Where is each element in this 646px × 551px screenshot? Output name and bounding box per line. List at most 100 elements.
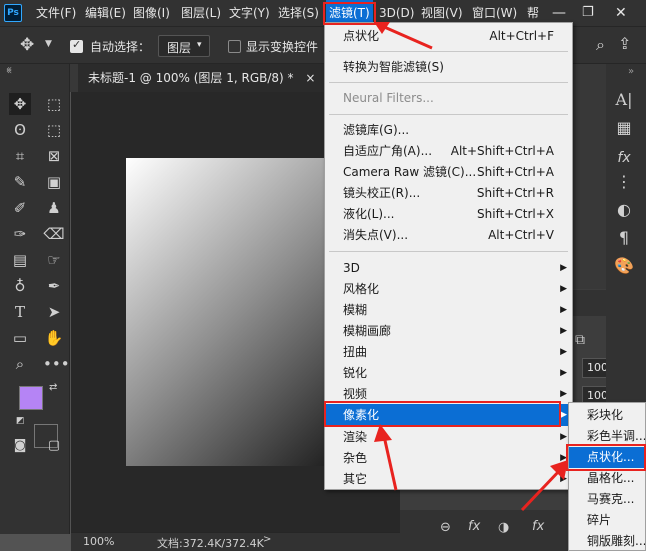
zoom-level[interactable]: 100% bbox=[83, 535, 114, 548]
path-select-icon[interactable]: ➤ bbox=[43, 301, 65, 323]
gradient-panel-icon[interactable]: ▦ bbox=[612, 116, 636, 140]
close-window-icon[interactable]: ✕ bbox=[615, 0, 627, 26]
submenu-arrow-icon: ▶ bbox=[560, 410, 567, 420]
tools-panel: « ✥ ⬚ ʘ ⬚ ⌗ ⊠ ✎ ▣ ✐ ♟ ✑ ⌫ ▤ ☞ ♁ ✒ T ➤ ▭ … bbox=[0, 64, 70, 534]
lock-icon[interactable]: ⧉ bbox=[575, 332, 585, 348]
annotation-arrow-icon bbox=[374, 22, 433, 50]
menu-item-last-filter[interactable]: 点状化 Alt+Ctrl+F bbox=[325, 26, 572, 47]
more-tools-icon[interactable]: ••• bbox=[43, 353, 70, 375]
rectangle-tool-icon[interactable]: ▭ bbox=[9, 327, 31, 349]
submenu-arrow-icon: ▶ bbox=[560, 284, 567, 294]
chevron-down-icon[interactable]: ▼ bbox=[45, 39, 52, 49]
submenu-item-fragment[interactable]: 碎片 bbox=[569, 510, 645, 531]
menu-layer[interactable]: 图层(L) bbox=[181, 0, 221, 26]
zoom-tool-icon[interactable]: ⌕ bbox=[9, 353, 31, 375]
lasso-tool-icon[interactable]: ʘ bbox=[9, 119, 31, 141]
type-tool-icon[interactable]: T bbox=[9, 301, 31, 323]
move-tool-icon[interactable]: ✥ bbox=[9, 93, 31, 115]
search-icon[interactable]: ⌕ bbox=[596, 35, 605, 55]
default-colors-icon[interactable]: ◩ bbox=[16, 416, 25, 426]
menu-item-sharpen[interactable]: 锐化 ▶ bbox=[325, 363, 572, 384]
mask-icon[interactable]: ◑ bbox=[498, 520, 509, 535]
layer-dropdown[interactable]: 图层 ▾ bbox=[158, 35, 210, 57]
quick-mask-icon[interactable]: ◙ bbox=[9, 435, 31, 457]
auto-select-label: 自动选择： bbox=[90, 40, 151, 54]
shapes-icon[interactable]: ◐ bbox=[612, 198, 636, 222]
stamp-tool-icon[interactable]: ♟ bbox=[43, 197, 65, 219]
object-select-icon[interactable]: ⬚ bbox=[43, 119, 65, 141]
close-tab-icon[interactable]: × bbox=[305, 71, 315, 85]
move-tool-icon[interactable]: ✥ bbox=[20, 35, 34, 55]
menu-item-vanishing-point[interactable]: 消失点(V)... Alt+Ctrl+V bbox=[325, 225, 572, 246]
paragraph-panel-icon[interactable]: ¶ bbox=[612, 226, 636, 250]
menu-item-liquify[interactable]: 液化(L)... Shift+Ctrl+X bbox=[325, 204, 572, 225]
show-transform-checkbox[interactable] bbox=[228, 40, 241, 53]
submenu-arrow-icon: ▶ bbox=[560, 389, 567, 399]
styles-panel-icon[interactable]: fx bbox=[612, 146, 636, 170]
marquee-tool-icon[interactable]: ⬚ bbox=[43, 93, 65, 115]
menu-image[interactable]: 图像(I) bbox=[133, 0, 170, 26]
foreground-color-swatch[interactable] bbox=[19, 386, 43, 410]
menu-separator bbox=[329, 114, 568, 115]
share-icon[interactable]: ⇪ bbox=[618, 34, 631, 53]
hand-tool-icon[interactable]: ✋ bbox=[43, 327, 65, 349]
fx-icon[interactable]: fx bbox=[532, 519, 544, 534]
link-layers-icon[interactable]: ⊖ bbox=[440, 520, 451, 535]
character-panel-icon[interactable]: A| bbox=[612, 88, 636, 112]
history-brush-icon[interactable]: ✑ bbox=[9, 223, 31, 245]
annotation-box-filter-menu bbox=[323, 2, 376, 25]
menu-item-neural-filters[interactable]: Neural Filters... bbox=[325, 88, 572, 109]
document-title: 未标题-1 @ 100% (图层 1, RGB/8) * bbox=[88, 71, 294, 85]
annotation-arrow-icon bbox=[520, 460, 568, 512]
pixelate-submenu: 彩块化 彩色半调... 点状化... 晶格化... 马赛克... 碎片 铜版雕刻… bbox=[568, 402, 646, 551]
submenu-item-crystallize[interactable]: 晶格化... bbox=[569, 468, 645, 489]
gradient-tool-icon[interactable]: ▤ bbox=[9, 249, 31, 271]
status-bar: 100% 文档:372.4K/372.4K > bbox=[71, 532, 401, 551]
menu-item-lens-correction[interactable]: 镜头校正(R)... Shift+Ctrl+R bbox=[325, 183, 572, 204]
menu-item-stylize[interactable]: 风格化 ▶ bbox=[325, 279, 572, 300]
menu-edit[interactable]: 编辑(E) bbox=[85, 0, 126, 26]
restore-icon[interactable]: ❐ bbox=[582, 0, 594, 26]
menu-separator bbox=[329, 51, 568, 52]
screen-mode-icon[interactable]: ▢ bbox=[43, 435, 65, 457]
menu-item-distort[interactable]: 扭曲 ▶ bbox=[325, 342, 572, 363]
expand-icon[interactable]: « bbox=[6, 64, 12, 75]
patch-tool-icon[interactable]: ▣ bbox=[43, 171, 65, 193]
submenu-arrow-icon: ▶ bbox=[560, 263, 567, 273]
submenu-item-mezzotint[interactable]: 铜版雕刻... bbox=[569, 531, 645, 550]
menu-item-3d[interactable]: 3D ▶ bbox=[325, 258, 572, 279]
submenu-arrow-icon: ▶ bbox=[560, 347, 567, 357]
menu-item-adaptive-wide-angle[interactable]: 自适应广角(A)... Alt+Shift+Ctrl+A bbox=[325, 141, 572, 162]
eraser-tool-icon[interactable]: ⌫ bbox=[43, 223, 65, 245]
swatches-icon[interactable]: 🎨 bbox=[612, 254, 636, 278]
document-info: 文档:372.4K/372.4K bbox=[157, 537, 264, 550]
eyedropper-icon[interactable]: ✎ bbox=[9, 171, 31, 193]
pen-tool-icon[interactable]: ✒ bbox=[43, 275, 65, 297]
menu-type[interactable]: 文字(Y) bbox=[229, 0, 270, 26]
document-tab[interactable]: 未标题-1 @ 100% (图层 1, RGB/8) * × bbox=[78, 64, 326, 92]
menu-item-blur-gallery[interactable]: 模糊画廊 ▶ bbox=[325, 321, 572, 342]
dodge-tool-icon[interactable]: ♁ bbox=[9, 275, 31, 297]
menu-item-convert-smart-filter[interactable]: 转换为智能滤镜(S) bbox=[325, 57, 572, 78]
layer-dropdown-value: 图层 bbox=[167, 41, 192, 55]
menu-file[interactable]: 文件(F) bbox=[36, 0, 76, 26]
frame-tool-icon[interactable]: ⊠ bbox=[43, 145, 65, 167]
menu-item-blur[interactable]: 模糊 ▶ bbox=[325, 300, 572, 321]
fx-icon[interactable]: fx bbox=[468, 519, 480, 534]
smudge-tool-icon[interactable]: ☞ bbox=[43, 249, 65, 271]
status-arrow-icon[interactable]: > bbox=[263, 534, 271, 545]
menu-select[interactable]: 选择(S) bbox=[278, 0, 319, 26]
auto-select-checkbox[interactable] bbox=[70, 38, 83, 53]
show-transform-label: 显示变换控件 bbox=[246, 40, 319, 54]
submenu-arrow-icon: ▶ bbox=[560, 326, 567, 336]
brush-tool-icon[interactable]: ✐ bbox=[9, 197, 31, 219]
menu-item-filter-gallery[interactable]: 滤镜库(G)... bbox=[325, 120, 572, 141]
crop-tool-icon[interactable]: ⌗ bbox=[9, 145, 31, 167]
annotation-box-pointillize bbox=[566, 444, 646, 471]
submenu-item-mosaic[interactable]: 马赛克... bbox=[569, 489, 645, 510]
collapse-icon[interactable]: » bbox=[628, 66, 634, 77]
adjustments-icon[interactable]: ⋮ bbox=[612, 170, 636, 194]
menu-item-camera-raw[interactable]: Camera Raw 滤镜(C)... Shift+Ctrl+A bbox=[325, 162, 572, 183]
submenu-item-facet[interactable]: 彩块化 bbox=[569, 405, 645, 426]
swap-colors-icon[interactable]: ⇄ bbox=[49, 382, 57, 393]
